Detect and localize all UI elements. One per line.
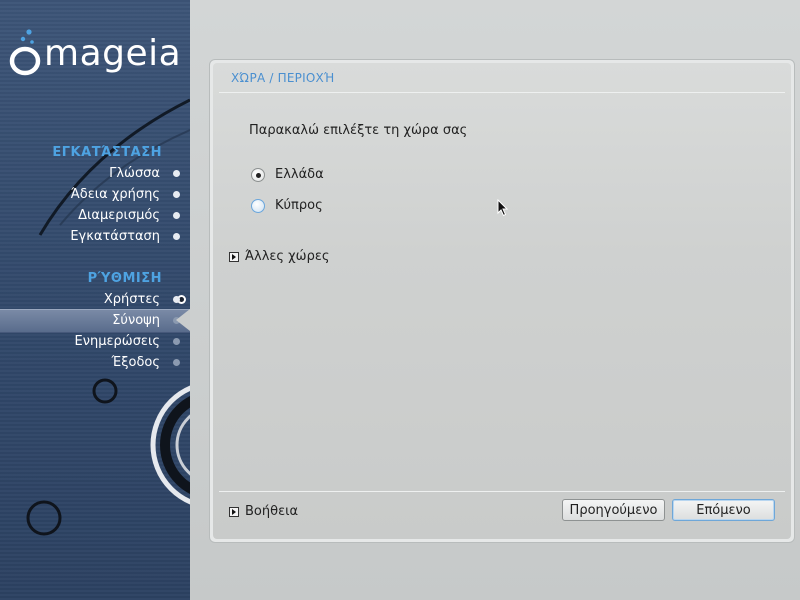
step-done-dot	[173, 296, 180, 303]
country-prompt: Παρακαλώ επιλέξτε τη χώρα σας	[249, 123, 468, 138]
logo-text: mageia	[44, 33, 182, 74]
sidebar-item-partitioning[interactable]: Διαμερισμός	[78, 208, 160, 223]
help-expander[interactable]: Βοήθεια	[229, 504, 298, 519]
sidebar-item-users[interactable]: Χρήστες	[104, 292, 160, 307]
section-title-installation: ΕΓΚΑΤΆΣΤΑΣΗ	[52, 145, 162, 160]
active-step-arrow	[176, 309, 190, 331]
sidebar: mageia ΕΓΚΑΤΆΣΤΑΣΗ Γλώσσα Άδεια χρήσης Δ…	[0, 0, 190, 600]
step-pending-dot	[173, 359, 180, 366]
step-done-dot	[173, 170, 180, 177]
footer-divider	[219, 491, 785, 492]
expand-arrow-icon	[229, 506, 239, 517]
sidebar-item-summary[interactable]: Σύνοψη	[112, 313, 160, 328]
radio-button-unchecked[interactable]	[251, 198, 265, 213]
panel-content: ΧΏΡΑ / ΠΕΡΙΟΧΉ Παρακαλώ επιλέξτε τη χώρα…	[213, 63, 791, 539]
step-pending-dot	[173, 338, 180, 345]
sidebar-item-installation[interactable]: Εγκατάσταση	[70, 229, 160, 244]
country-option-label: Κύπρος	[275, 198, 323, 213]
section-title-configuration: ΡΎΘΜΙΣΗ	[87, 271, 162, 286]
other-countries-expander[interactable]: Άλλες χώρες	[229, 249, 329, 264]
title-divider	[219, 92, 785, 93]
sidebar-item-language[interactable]: Γλώσσα	[109, 166, 160, 181]
sidebar-item-updates[interactable]: Ενημερώσεις	[75, 334, 160, 349]
step-done-dot	[173, 191, 180, 198]
expand-arrow-icon	[229, 251, 239, 262]
radio-button-checked[interactable]	[251, 167, 265, 182]
page-title: ΧΏΡΑ / ΠΕΡΙΟΧΉ	[231, 71, 335, 85]
country-option-cyprus[interactable]: Κύπρος	[251, 198, 323, 213]
help-label: Βοήθεια	[245, 504, 299, 519]
other-countries-label: Άλλες χώρες	[245, 249, 330, 264]
country-option-label: Ελλάδα	[275, 167, 324, 182]
sidebar-item-exit[interactable]: Έξοδος	[112, 355, 160, 370]
active-step-highlight	[0, 309, 190, 333]
next-button[interactable]: Επόμενο	[672, 499, 775, 521]
sidebar-decoration	[26, 98, 190, 536]
step-done-dot	[173, 212, 180, 219]
sidebar-item-license[interactable]: Άδεια χρήσης	[71, 187, 160, 202]
step-done-dot	[173, 233, 180, 240]
mouse-pointer-icon	[497, 199, 509, 217]
previous-button[interactable]: Προηγούμενο	[562, 499, 665, 521]
country-option-greece[interactable]: Ελλάδα	[251, 167, 324, 182]
main-panel: ΧΏΡΑ / ΠΕΡΙΟΧΉ Παρακαλώ επιλέξτε τη χώρα…	[209, 59, 795, 543]
